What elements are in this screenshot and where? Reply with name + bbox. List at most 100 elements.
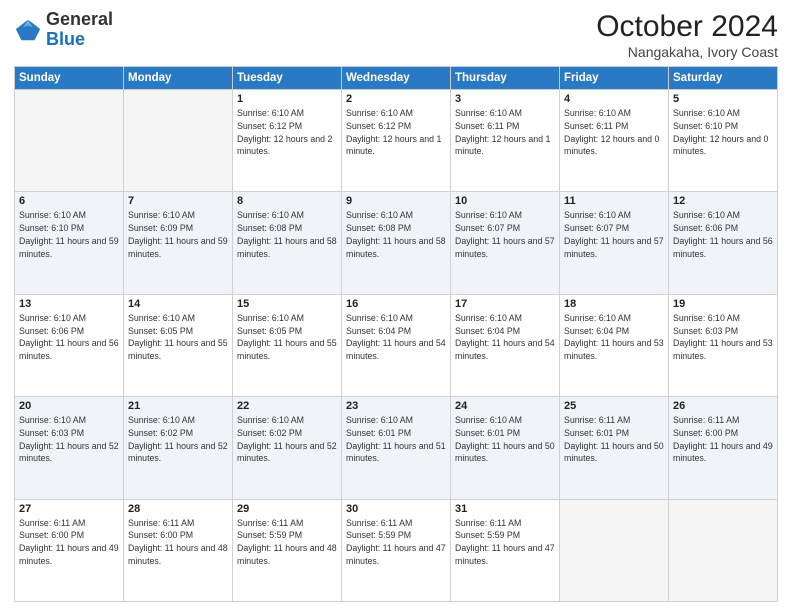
day-number: 3 (455, 93, 555, 105)
calendar-cell: 4 Sunrise: 6:10 AMSunset: 6:11 PMDaylight… (560, 90, 669, 192)
day-number: 6 (19, 195, 119, 207)
calendar-cell: 30Sunrise: 6:11 AMSunset: 5:59 PMDayligh… (342, 499, 451, 601)
calendar-cell: 17 Sunrise: 6:10 AMSunset: 6:04 PMDayligh… (451, 294, 560, 396)
day-number: 12 (673, 195, 773, 207)
calendar-cell: 27 Sunrise: 6:11 AMSunset: 6:00 PMDayligh… (15, 499, 124, 601)
day-number: 1 (237, 93, 337, 105)
day-info: Sunrise: 6:11 AMSunset: 5:59 PMDaylight:… (346, 517, 446, 568)
day-info: Sunrise: 6:11 AMSunset: 5:59 PMDaylight:… (455, 517, 555, 568)
header-saturday: Saturday (669, 67, 778, 90)
logo-general: General (46, 9, 113, 29)
day-number: 14 (128, 298, 228, 310)
title-block: October 2024 Nangakaha, Ivory Coast (596, 10, 778, 60)
calendar-cell: 6Sunrise: 6:10 AMSunset: 6:10 PMDaylight… (15, 192, 124, 294)
day-number: 31 (455, 503, 555, 515)
day-number: 20 (19, 400, 119, 412)
day-number: 27 (19, 503, 119, 515)
day-number: 5 (673, 93, 773, 105)
day-info: Sunrise: 6:11 AMSunset: 6:00 PMDaylight:… (19, 517, 119, 568)
day-info: Sunrise: 6:11 AMSunset: 6:00 PMDaylight:… (128, 517, 228, 568)
calendar-cell: 25 Sunrise: 6:11 AMSunset: 6:01 PMDayligh… (560, 397, 669, 499)
header-friday: Friday (560, 67, 669, 90)
header-sunday: Sunday (15, 67, 124, 90)
day-number: 9 (346, 195, 446, 207)
day-info: Sunrise: 6:10 AMSunset: 6:02 PMDaylight:… (128, 414, 228, 465)
calendar-cell: 26Sunrise: 6:11 AMSunset: 6:00 PMDayligh… (669, 397, 778, 499)
logo-icon (14, 16, 42, 44)
header-thursday: Thursday (451, 67, 560, 90)
calendar-cell: 24 Sunrise: 6:10 AMSunset: 6:01 PMDayligh… (451, 397, 560, 499)
calendar-cell: 5 Sunrise: 6:10 AMSunset: 6:10 PMDaylight… (669, 90, 778, 192)
calendar-cell: 20 Sunrise: 6:10 AMSunset: 6:03 PMDayligh… (15, 397, 124, 499)
day-number: 17 (455, 298, 555, 310)
calendar-cell: 31 Sunrise: 6:11 AMSunset: 5:59 PMDayligh… (451, 499, 560, 601)
calendar-cell: 14 Sunrise: 6:10 AMSunset: 6:05 PMDayligh… (124, 294, 233, 396)
calendar-cell: 16Sunrise: 6:10 AMSunset: 6:04 PMDayligh… (342, 294, 451, 396)
day-info: Sunrise: 6:10 AMSunset: 6:11 PMDaylight:… (564, 107, 664, 158)
subtitle: Nangakaha, Ivory Coast (596, 44, 778, 60)
day-info: Sunrise: 6:10 AMSunset: 6:07 PMDaylight:… (564, 209, 664, 260)
logo-blue: Blue (46, 29, 85, 49)
calendar-cell: 8 Sunrise: 6:10 AMSunset: 6:08 PMDaylight… (233, 192, 342, 294)
calendar-cell (560, 499, 669, 601)
calendar-cell: 9 Sunrise: 6:10 AMSunset: 6:08 PMDaylight… (342, 192, 451, 294)
calendar-cell (124, 90, 233, 192)
calendar-header-row: Sunday Monday Tuesday Wednesday Thursday… (15, 67, 778, 90)
day-number: 23 (346, 400, 446, 412)
day-info: Sunrise: 6:10 AMSunset: 6:03 PMDaylight:… (673, 312, 773, 363)
calendar-week-3: 13Sunrise: 6:10 AMSunset: 6:06 PMDayligh… (15, 294, 778, 396)
calendar-cell: 13Sunrise: 6:10 AMSunset: 6:06 PMDayligh… (15, 294, 124, 396)
logo-text: General Blue (46, 10, 113, 50)
day-info: Sunrise: 6:10 AMSunset: 6:10 PMDaylight:… (673, 107, 773, 158)
day-number: 11 (564, 195, 664, 207)
day-info: Sunrise: 6:11 AMSunset: 6:00 PMDaylight:… (673, 414, 773, 465)
day-info: Sunrise: 6:10 AMSunset: 6:01 PMDaylight:… (455, 414, 555, 465)
month-title: October 2024 (596, 10, 778, 44)
day-info: Sunrise: 6:10 AMSunset: 6:11 PMDaylight:… (455, 107, 555, 158)
header-tuesday: Tuesday (233, 67, 342, 90)
calendar-week-2: 6Sunrise: 6:10 AMSunset: 6:10 PMDaylight… (15, 192, 778, 294)
logo: General Blue (14, 10, 113, 50)
calendar-cell: 2 Sunrise: 6:10 AMSunset: 6:12 PMDaylight… (342, 90, 451, 192)
day-number: 2 (346, 93, 446, 105)
day-info: Sunrise: 6:10 AMSunset: 6:04 PMDaylight:… (346, 312, 446, 363)
day-number: 25 (564, 400, 664, 412)
calendar-cell: 11 Sunrise: 6:10 AMSunset: 6:07 PMDayligh… (560, 192, 669, 294)
header-monday: Monday (124, 67, 233, 90)
day-info: Sunrise: 6:10 AMSunset: 6:05 PMDaylight:… (237, 312, 337, 363)
day-info: Sunrise: 6:10 AMSunset: 6:08 PMDaylight:… (346, 209, 446, 260)
day-info: Sunrise: 6:10 AMSunset: 6:01 PMDaylight:… (346, 414, 446, 465)
day-info: Sunrise: 6:10 AMSunset: 6:05 PMDaylight:… (128, 312, 228, 363)
day-number: 22 (237, 400, 337, 412)
calendar-week-1: 1 Sunrise: 6:10 AMSunset: 6:12 PMDaylight… (15, 90, 778, 192)
day-number: 4 (564, 93, 664, 105)
day-number: 29 (237, 503, 337, 515)
header: General Blue October 2024 Nangakaha, Ivo… (14, 10, 778, 60)
day-number: 21 (128, 400, 228, 412)
day-number: 19 (673, 298, 773, 310)
calendar-cell: 10Sunrise: 6:10 AMSunset: 6:07 PMDayligh… (451, 192, 560, 294)
day-number: 7 (128, 195, 228, 207)
day-info: Sunrise: 6:10 AMSunset: 6:12 PMDaylight:… (346, 107, 446, 158)
day-info: Sunrise: 6:10 AMSunset: 6:07 PMDaylight:… (455, 209, 555, 260)
day-info: Sunrise: 6:10 AMSunset: 6:02 PMDaylight:… (237, 414, 337, 465)
header-wednesday: Wednesday (342, 67, 451, 90)
calendar-table: Sunday Monday Tuesday Wednesday Thursday… (14, 66, 778, 602)
day-info: Sunrise: 6:11 AMSunset: 6:01 PMDaylight:… (564, 414, 664, 465)
day-info: Sunrise: 6:10 AMSunset: 6:04 PMDaylight:… (564, 312, 664, 363)
day-info: Sunrise: 6:10 AMSunset: 6:08 PMDaylight:… (237, 209, 337, 260)
calendar-cell: 7Sunrise: 6:10 AMSunset: 6:09 PMDaylight… (124, 192, 233, 294)
day-info: Sunrise: 6:10 AMSunset: 6:12 PMDaylight:… (237, 107, 337, 158)
day-number: 28 (128, 503, 228, 515)
calendar-cell: 12Sunrise: 6:10 AMSunset: 6:06 PMDayligh… (669, 192, 778, 294)
day-number: 8 (237, 195, 337, 207)
calendar-cell (15, 90, 124, 192)
day-info: Sunrise: 6:11 AMSunset: 5:59 PMDaylight:… (237, 517, 337, 568)
day-number: 24 (455, 400, 555, 412)
calendar-cell: 19 Sunrise: 6:10 AMSunset: 6:03 PMDayligh… (669, 294, 778, 396)
day-info: Sunrise: 6:10 AMSunset: 6:04 PMDaylight:… (455, 312, 555, 363)
calendar-cell: 28 Sunrise: 6:11 AMSunset: 6:00 PMDayligh… (124, 499, 233, 601)
day-number: 13 (19, 298, 119, 310)
day-info: Sunrise: 6:10 AMSunset: 6:03 PMDaylight:… (19, 414, 119, 465)
calendar-week-4: 20 Sunrise: 6:10 AMSunset: 6:03 PMDayligh… (15, 397, 778, 499)
